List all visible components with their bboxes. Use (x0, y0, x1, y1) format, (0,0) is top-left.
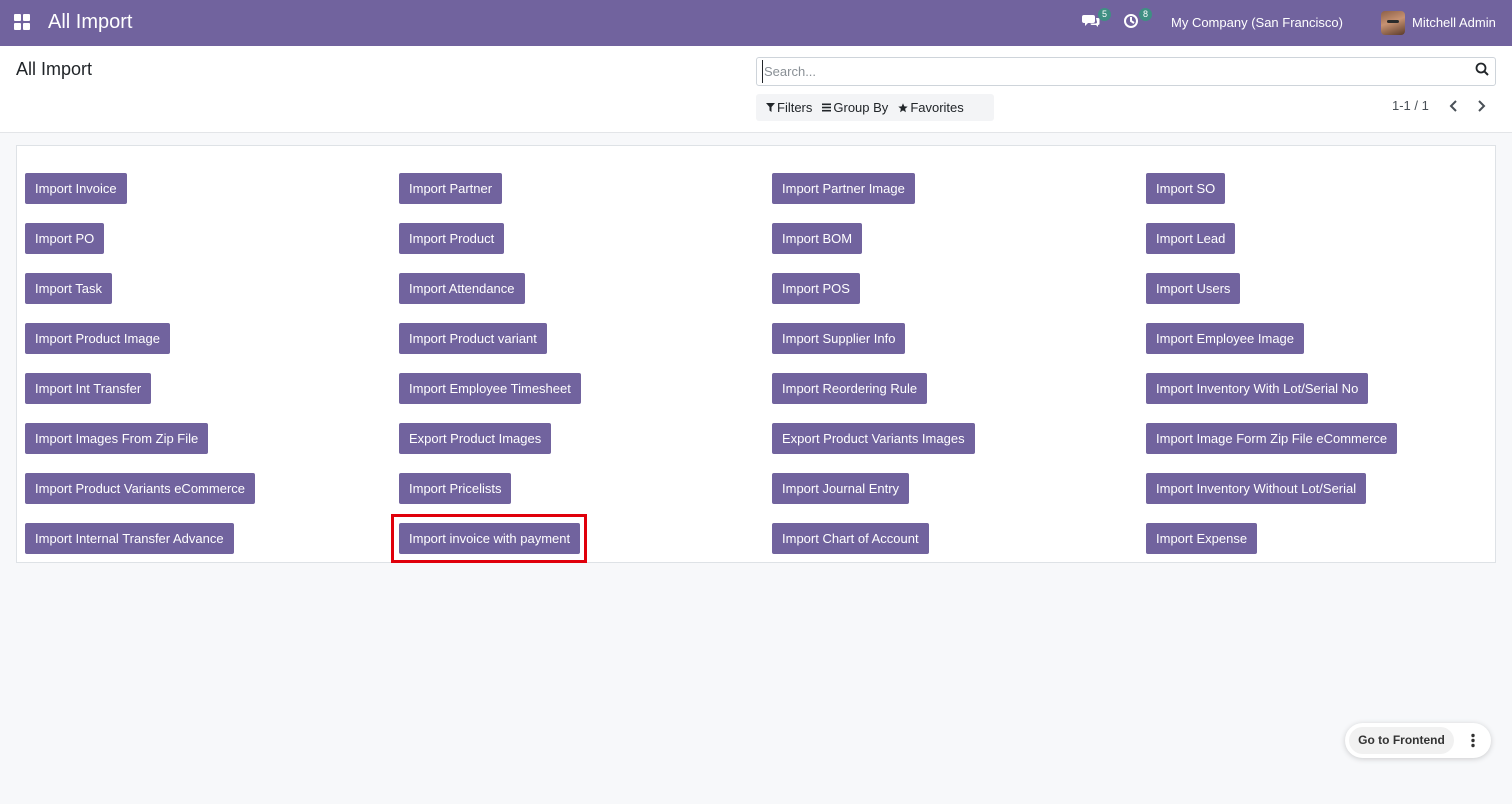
import-button[interactable]: Import Int Transfer (25, 373, 152, 404)
import-button[interactable]: Import BOM (772, 223, 863, 254)
favorites-label: Favorites (910, 100, 964, 115)
import-button[interactable]: Import Product (399, 223, 505, 254)
breadcrumb: All Import (16, 59, 93, 79)
import-button[interactable]: Import Pricelists (399, 473, 512, 504)
export-button[interactable]: Export Product Variants Images (772, 423, 975, 454)
frontend-switcher: Go to Frontend (1345, 723, 1491, 758)
import-button[interactable]: Import Product Image (25, 323, 170, 354)
control-panel: All Import Filters Group By Favorites 1-… (0, 46, 1512, 133)
app-title[interactable]: All Import (48, 11, 132, 34)
group-by-label: Group By (833, 100, 889, 115)
import-button[interactable]: Import Invoice (25, 173, 127, 204)
import-button[interactable]: Import POS (772, 273, 860, 304)
search-options-bar: Filters Group By Favorites (756, 94, 994, 121)
search-icon[interactable] (1475, 62, 1495, 82)
import-button[interactable]: Import Lead (1146, 223, 1236, 254)
import-button[interactable]: Import Users (1146, 273, 1241, 304)
messages-icon[interactable]: 5 (1082, 8, 1111, 33)
apps-menu-icon[interactable] (14, 14, 32, 32)
import-button[interactable]: Import Employee Image (1146, 323, 1305, 354)
import-button[interactable]: Import Image Form Zip File eCommerce (1146, 423, 1398, 454)
more-options-icon[interactable] (1462, 727, 1484, 754)
star-icon (898, 102, 909, 112)
top-navbar: All Import 5 8 My Company (San Francisco… (0, 0, 1512, 46)
favorites-button[interactable]: Favorites (893, 94, 968, 121)
import-button[interactable]: Import Employee Timesheet (399, 373, 581, 404)
import-button[interactable]: Import Partner Image (772, 173, 915, 204)
messages-badge: 5 (1098, 8, 1111, 21)
import-button[interactable]: Import Inventory Without Lot/Serial (1146, 473, 1367, 504)
import-button[interactable]: Import Partner (399, 173, 503, 204)
user-menu[interactable]: Mitchell Admin (1412, 15, 1496, 30)
import-button[interactable]: Import SO (1146, 173, 1226, 204)
import-button[interactable]: Import Product variant (399, 323, 547, 354)
import-button[interactable]: Import Product Variants eCommerce (25, 473, 255, 504)
pager-value[interactable]: 1-1 / 1 (1392, 98, 1429, 113)
import-button[interactable]: Import Chart of Account (772, 523, 929, 554)
import-button[interactable]: Import Expense (1146, 523, 1258, 554)
export-button[interactable]: Export Product Images (399, 423, 552, 454)
import-button[interactable]: Import PO (25, 223, 105, 254)
filters-button[interactable]: Filters (761, 94, 817, 121)
highlight-box (391, 514, 587, 563)
import-button[interactable]: Import Inventory With Lot/Serial No (1146, 373, 1369, 404)
search-input[interactable] (762, 60, 1462, 83)
company-switcher[interactable]: My Company (San Francisco) (1171, 15, 1343, 30)
import-button[interactable]: Import Journal Entry (772, 473, 910, 504)
import-button[interactable]: Import Task (25, 273, 112, 304)
pager-previous-icon[interactable] (1447, 98, 1461, 114)
clock-icon (1124, 14, 1138, 28)
filter-icon (766, 103, 775, 112)
search-bar (756, 57, 1496, 86)
user-avatar[interactable] (1381, 11, 1405, 35)
import-button[interactable]: Import Reordering Rule (772, 373, 928, 404)
pager-next-icon[interactable] (1474, 98, 1488, 114)
import-button[interactable]: Import Attendance (399, 273, 525, 304)
import-button[interactable]: Import Images From Zip File (25, 423, 209, 454)
go-to-frontend-button[interactable]: Go to Frontend (1349, 727, 1454, 754)
filters-label: Filters (777, 100, 813, 115)
activities-icon[interactable]: 8 (1123, 8, 1152, 33)
import-button[interactable]: Import Internal Transfer Advance (25, 523, 234, 554)
list-icon (822, 103, 832, 112)
import-button[interactable]: Import Supplier Info (772, 323, 906, 354)
activities-badge: 8 (1139, 8, 1152, 21)
group-by-button[interactable]: Group By (817, 94, 893, 121)
